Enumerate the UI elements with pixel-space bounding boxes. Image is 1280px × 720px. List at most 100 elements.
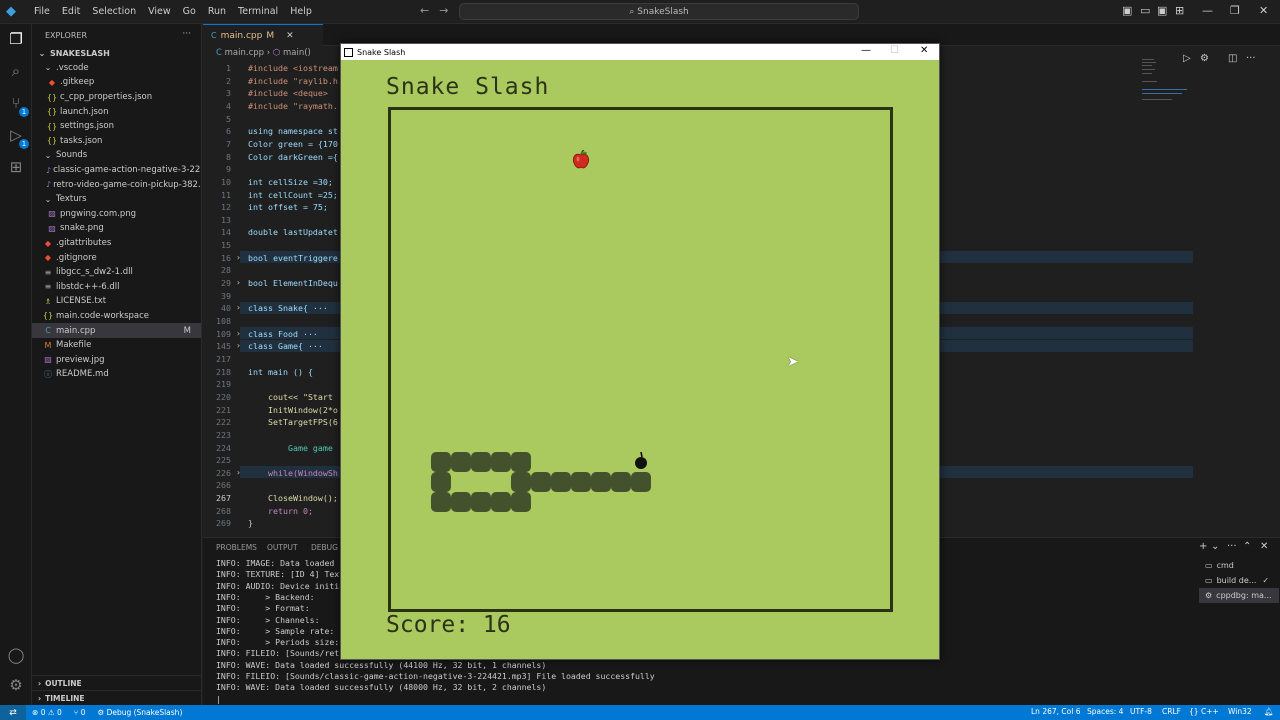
explorer-icon[interactable]: ❐ (6, 30, 26, 50)
close-window-icon[interactable]: ✕ (1259, 4, 1268, 17)
platform[interactable]: Win32 (1228, 707, 1252, 716)
breadcrumb-symbol[interactable]: main() (283, 48, 311, 58)
line-number: 269 (216, 518, 231, 529)
breadcrumb-file[interactable]: main.cpp (225, 48, 264, 58)
code-text: bool eventTriggere (248, 252, 338, 263)
tree-item-label: .gitignore (56, 252, 97, 263)
more-actions-icon[interactable]: ··· (182, 29, 191, 39)
code-text: CloseWindow(); (248, 493, 338, 504)
toggle-sidebar-icon[interactable]: ▣ (1122, 4, 1132, 17)
back-arrow-icon[interactable]: ← (420, 4, 439, 17)
snake-segment (451, 492, 471, 512)
snake-segment (471, 492, 491, 512)
modified-marker: M (183, 325, 191, 336)
menu-edit[interactable]: Edit (56, 6, 86, 17)
menu-help[interactable]: Help (284, 6, 318, 17)
fold-chevron-icon[interactable]: › (236, 341, 241, 350)
file-item[interactable]: {} launch.json (32, 104, 201, 119)
file-item[interactable]: {} tasks.json (32, 134, 201, 149)
folder-item[interactable]: ⌄ .vscode (32, 61, 201, 76)
menu-terminal[interactable]: Terminal (232, 6, 284, 17)
file-item[interactable]: ♗ LICENSE.txt (32, 294, 201, 309)
ports-status[interactable]: ⑂ 0 (68, 708, 92, 717)
audio-icon: ♪ (46, 180, 52, 190)
more-actions-icon[interactable]: ··· (1227, 541, 1237, 552)
forward-arrow-icon[interactable]: → (439, 4, 458, 17)
indentation[interactable]: Spaces: 4 (1087, 707, 1123, 716)
tab-main-cpp[interactable]: C main.cpp M ✕ (203, 24, 323, 46)
timeline-label: TIMELINE (45, 693, 85, 703)
line-number: 220 (216, 391, 231, 402)
menu-go[interactable]: Go (177, 6, 202, 17)
restore-icon[interactable]: ❐ (1230, 4, 1240, 17)
file-item[interactable]: ♪ retro-video-game-coin-pickup-382... (32, 177, 201, 192)
notifications-bell-icon[interactable]: 🔔︎ (1264, 707, 1274, 716)
settings-gear-icon[interactable]: ⚙ (6, 676, 26, 696)
minimap[interactable] (1142, 59, 1192, 114)
menu-run[interactable]: Run (202, 6, 232, 17)
source-control-icon[interactable]: ⑂ 1 (6, 94, 29, 117)
menu-selection[interactable]: Selection (86, 6, 142, 17)
terminal-build[interactable]: ▭ build de... ✓ (1199, 573, 1279, 588)
fold-chevron-icon[interactable]: › (236, 468, 241, 477)
score-label: Score: 16 (386, 612, 511, 638)
folder-item[interactable]: ⌄ Sounds (32, 148, 201, 163)
tab-problems[interactable]: PROBLEMS (216, 543, 257, 552)
customize-layout-icon[interactable]: ⊞ (1175, 4, 1184, 17)
file-item[interactable]: M Makefile (32, 338, 201, 353)
file-item[interactable]: ≡ libgcc_s_dw2-1.dll (32, 265, 201, 280)
command-center[interactable]: ⌕ SnakeSlash (459, 3, 859, 20)
more-actions-icon[interactable]: ··· (1246, 53, 1256, 64)
split-editor-icon[interactable]: ◫ (1228, 53, 1237, 64)
line-ending[interactable]: CRLF (1162, 707, 1181, 716)
search-icon[interactable]: ⌕ (6, 62, 26, 82)
minimize-icon[interactable]: — (1202, 4, 1213, 17)
timeline-section[interactable]: › TIMELINE (32, 690, 202, 705)
account-icon[interactable]: ◯ (6, 646, 26, 666)
chevron-down-icon[interactable]: ⌄ (1211, 541, 1219, 552)
file-item[interactable]: ▨ preview.jpg (32, 352, 201, 367)
toggle-secondary-sidebar-icon[interactable]: ▣ (1157, 4, 1167, 17)
file-item[interactable]: ♪ classic-game-action-negative-3-22... (32, 163, 201, 178)
file-item[interactable]: ◆ .gitignore (32, 250, 201, 265)
tab-output[interactable]: OUTPUT (267, 543, 298, 552)
maximize-panel-icon[interactable]: ⌃ (1243, 541, 1251, 552)
snake-segment (491, 492, 511, 512)
debug-status[interactable]: ⚙ Debug (SnakeSlash) (91, 708, 188, 717)
file-item[interactable]: {} main.code-workspace (32, 309, 201, 324)
outline-section[interactable]: › OUTLINE (32, 675, 202, 690)
fold-chevron-icon[interactable]: › (236, 303, 241, 312)
file-item[interactable]: ▨ snake.png (32, 221, 201, 236)
file-item[interactable]: ▨ pngwing.com.png (32, 207, 201, 222)
add-terminal-icon[interactable]: + (1199, 541, 1207, 552)
terminal-cppdbg[interactable]: ⚙ cppdbg: ma... (1199, 588, 1279, 603)
file-item[interactable]: Cmain.cpp M (32, 323, 201, 338)
minimize-icon[interactable]: — (861, 45, 871, 56)
explorer-root[interactable]: ⌄ SNAKESLASH (32, 46, 201, 61)
fold-chevron-icon[interactable]: › (236, 253, 241, 262)
close-icon[interactable]: ✕ (920, 45, 928, 56)
file-item[interactable]: {} settings.json (32, 119, 201, 134)
close-panel-icon[interactable]: ✕ (1260, 541, 1268, 552)
cursor-position[interactable]: Ln 267, Col 6 (1031, 707, 1080, 716)
fold-chevron-icon[interactable]: › (236, 278, 241, 287)
run-debug-icon[interactable]: ▷ 1 (6, 126, 29, 149)
fold-chevron-icon[interactable]: › (236, 329, 241, 338)
file-item[interactable]: ◆ .gitattributes (32, 236, 201, 251)
menu-file[interactable]: File (28, 6, 56, 17)
encoding[interactable]: UTF-8 (1130, 707, 1152, 716)
tab-close-icon[interactable]: ✕ (286, 31, 294, 41)
file-item[interactable]: {} c_cpp_properties.json (32, 90, 201, 105)
menu-view[interactable]: View (142, 6, 177, 17)
toggle-panel-icon[interactable]: ▭ (1140, 4, 1150, 17)
problems-status[interactable]: ⊗ 0 ⚠ 0 (26, 708, 68, 717)
terminal-cmd[interactable]: ▭ cmd (1199, 558, 1279, 573)
language-mode[interactable]: C++ (1201, 707, 1219, 716)
folder-item[interactable]: ⌄ Texturs (32, 192, 201, 207)
remote-icon[interactable]: ⇄ (0, 705, 26, 720)
file-item[interactable]: ⓘ README.md (32, 367, 201, 382)
file-item[interactable]: ◆ .gitkeep (32, 75, 201, 90)
settings-gear-icon[interactable]: ⚙ (1200, 53, 1209, 64)
extensions-icon[interactable]: ⊞ (6, 158, 26, 178)
file-item[interactable]: ≡ libstdc++-6.dll (32, 280, 201, 295)
